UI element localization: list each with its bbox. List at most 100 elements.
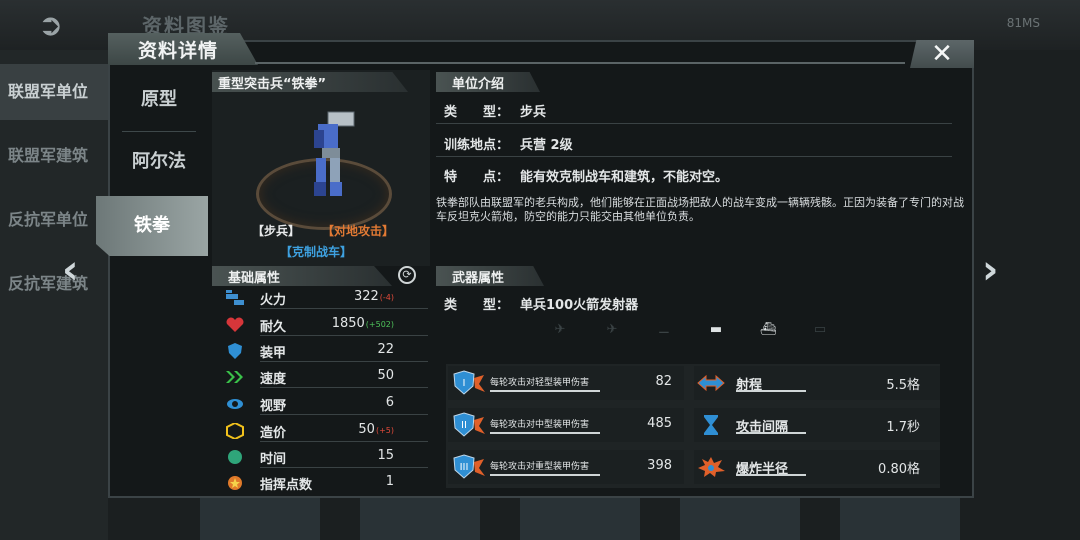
row-divider [260,361,428,362]
svg-text:II: II [461,420,467,431]
attr-value: 1 [385,474,394,489]
eye-icon [227,399,243,409]
category-sidebar [0,50,108,540]
attr-row-armor: 装甲 22 [226,340,428,362]
fighter-jet-icon: ✈ [554,322,566,337]
stat-value: 5.5格 [886,378,920,393]
tab-iron-fist[interactable]: 铁拳 [96,196,208,256]
refresh-icon[interactable]: ⟳ [398,266,416,284]
info-row-feature: 特 点： 能有效克制战车和建筑，不能对空。 [436,164,952,185]
hourglass-icon [704,415,718,435]
detail-panel-title: 资料详情 [138,40,219,62]
tab-prototype[interactable]: 原型 [120,70,198,130]
armor-heavy-icon: III [453,454,485,479]
damage-label: 每轮攻击对中型装甲伤害 [490,420,590,430]
attr-label: 耐久 [260,320,287,335]
row-divider [260,414,428,415]
back-icon[interactable]: ➲ [38,8,88,43]
label-underline [490,432,600,434]
info-key: 特 点： [444,170,510,185]
damage-value: 398 [647,458,672,473]
attr-row-speed: 速度 50 [226,366,428,388]
label-underline [490,390,600,392]
attr-label: 时间 [260,452,287,467]
base-attributes-header: 基础属性 [212,266,392,286]
close-button[interactable]: ✕ [910,40,974,68]
damage-label: 每轮攻击对轻型装甲伤害 [490,378,590,388]
attr-label: 装甲 [260,346,287,361]
row-divider [260,335,428,336]
info-key: 类 型： [444,105,510,120]
attr-label: 火力 [260,293,287,308]
cost-icon [226,423,244,439]
info-value: 单兵100火箭发射器 [520,298,639,313]
firepower-icon [226,290,244,305]
row-divider [260,387,428,388]
unit-attack-tag: 【对地攻击】 [322,224,395,238]
helicopter-icon: ⚊ [658,322,670,337]
damage-row-medium: II 每轮攻击对中型装甲伤害 485 [448,408,684,442]
damage-value: 82 [655,374,672,389]
info-key: 类 型： [444,298,510,313]
speed-icon [226,371,243,383]
row-divider [260,441,428,442]
weapon-attributes-header: 武器属性 [436,266,544,286]
attr-row-cost: 造价 50(+5) [226,420,428,442]
label-underline [736,390,806,392]
submarine-icon: ▭ [813,322,827,337]
sidebar-item-alliance-buildings[interactable]: 联盟军建筑 [8,142,88,166]
unit-name: 重型突击兵“铁拳” [218,77,327,92]
row-divider [260,467,428,468]
attr-value: 322(-4) [353,289,394,304]
attr-value: 50(+5) [358,422,394,437]
time-icon [228,450,242,464]
damage-row-heavy: III 每轮攻击对重型装甲伤害 398 [448,450,684,484]
info-row-type: 类 型： 步兵 [436,99,952,124]
info-row-training: 训练地点： 兵营 2级 [436,132,952,157]
weapon-attributes-title: 武器属性 [452,271,505,286]
info-value: 兵营 2级 [520,138,573,153]
tank-icon: ▬ [709,322,723,337]
attr-value: 6 [385,395,394,410]
row-divider [436,123,952,124]
attr-row-command-points: 指挥点数 1 [226,472,412,494]
svg-text:I: I [463,378,466,389]
attr-row-vision: 视野 6 [226,393,428,415]
detail-panel-header: 资料详情 [108,33,258,65]
armor-light-icon: I [453,370,485,395]
attr-bonus: (-4) [379,293,394,302]
next-arrow-icon[interactable]: › [982,248,1022,292]
info-row-weapon-type: 类 型： 单兵100火箭发射器 [436,292,952,313]
ping-status: 81MS [1006,16,1040,30]
heart-icon [226,317,244,332]
stat-row-blast-radius: 爆炸半径 0.80格 [694,450,940,484]
unit-intro-header: 单位介绍 [436,72,540,92]
unit-type-tag: 【步兵】 [252,224,301,238]
damage-row-light: I 每轮攻击对轻型装甲伤害 82 [448,366,684,400]
range-icon [697,374,725,392]
attr-label: 造价 [260,426,287,441]
unit-counter-tag: 【克制战车】 [280,245,353,259]
label-underline [736,432,806,434]
attr-label: 视野 [260,399,287,414]
previous-arrow-icon[interactable]: ‹ [62,248,102,292]
unit-name-bar: 重型突击兵“铁拳” [212,72,408,92]
attr-row-durability: 耐久 1850(+502) [226,314,428,336]
label-underline [490,474,600,476]
label-underline [736,474,806,476]
tab-alpha[interactable]: 阿尔法 [120,132,198,192]
damage-value: 485 [647,416,672,431]
svg-text:III: III [460,462,469,473]
shield-icon [228,343,242,359]
sidebar-item-alliance-units[interactable]: 联盟军单位 [8,78,88,102]
row-divider [260,308,428,309]
attr-value: 1850(+502) [331,316,394,331]
damage-label: 每轮攻击对重型装甲伤害 [490,462,590,472]
attr-bonus: (+502) [365,320,394,329]
attr-bonus: (+5) [375,426,394,435]
info-value: 步兵 [520,105,547,120]
variant-tabs: 原型 阿尔法 铁拳 [96,70,208,494]
row-divider [436,156,952,157]
target-types: ✈ ✈ ⚊ ▬ ⛴ ▭ [540,322,850,342]
sidebar-item-resistance-units[interactable]: 反抗军单位 [8,206,88,230]
